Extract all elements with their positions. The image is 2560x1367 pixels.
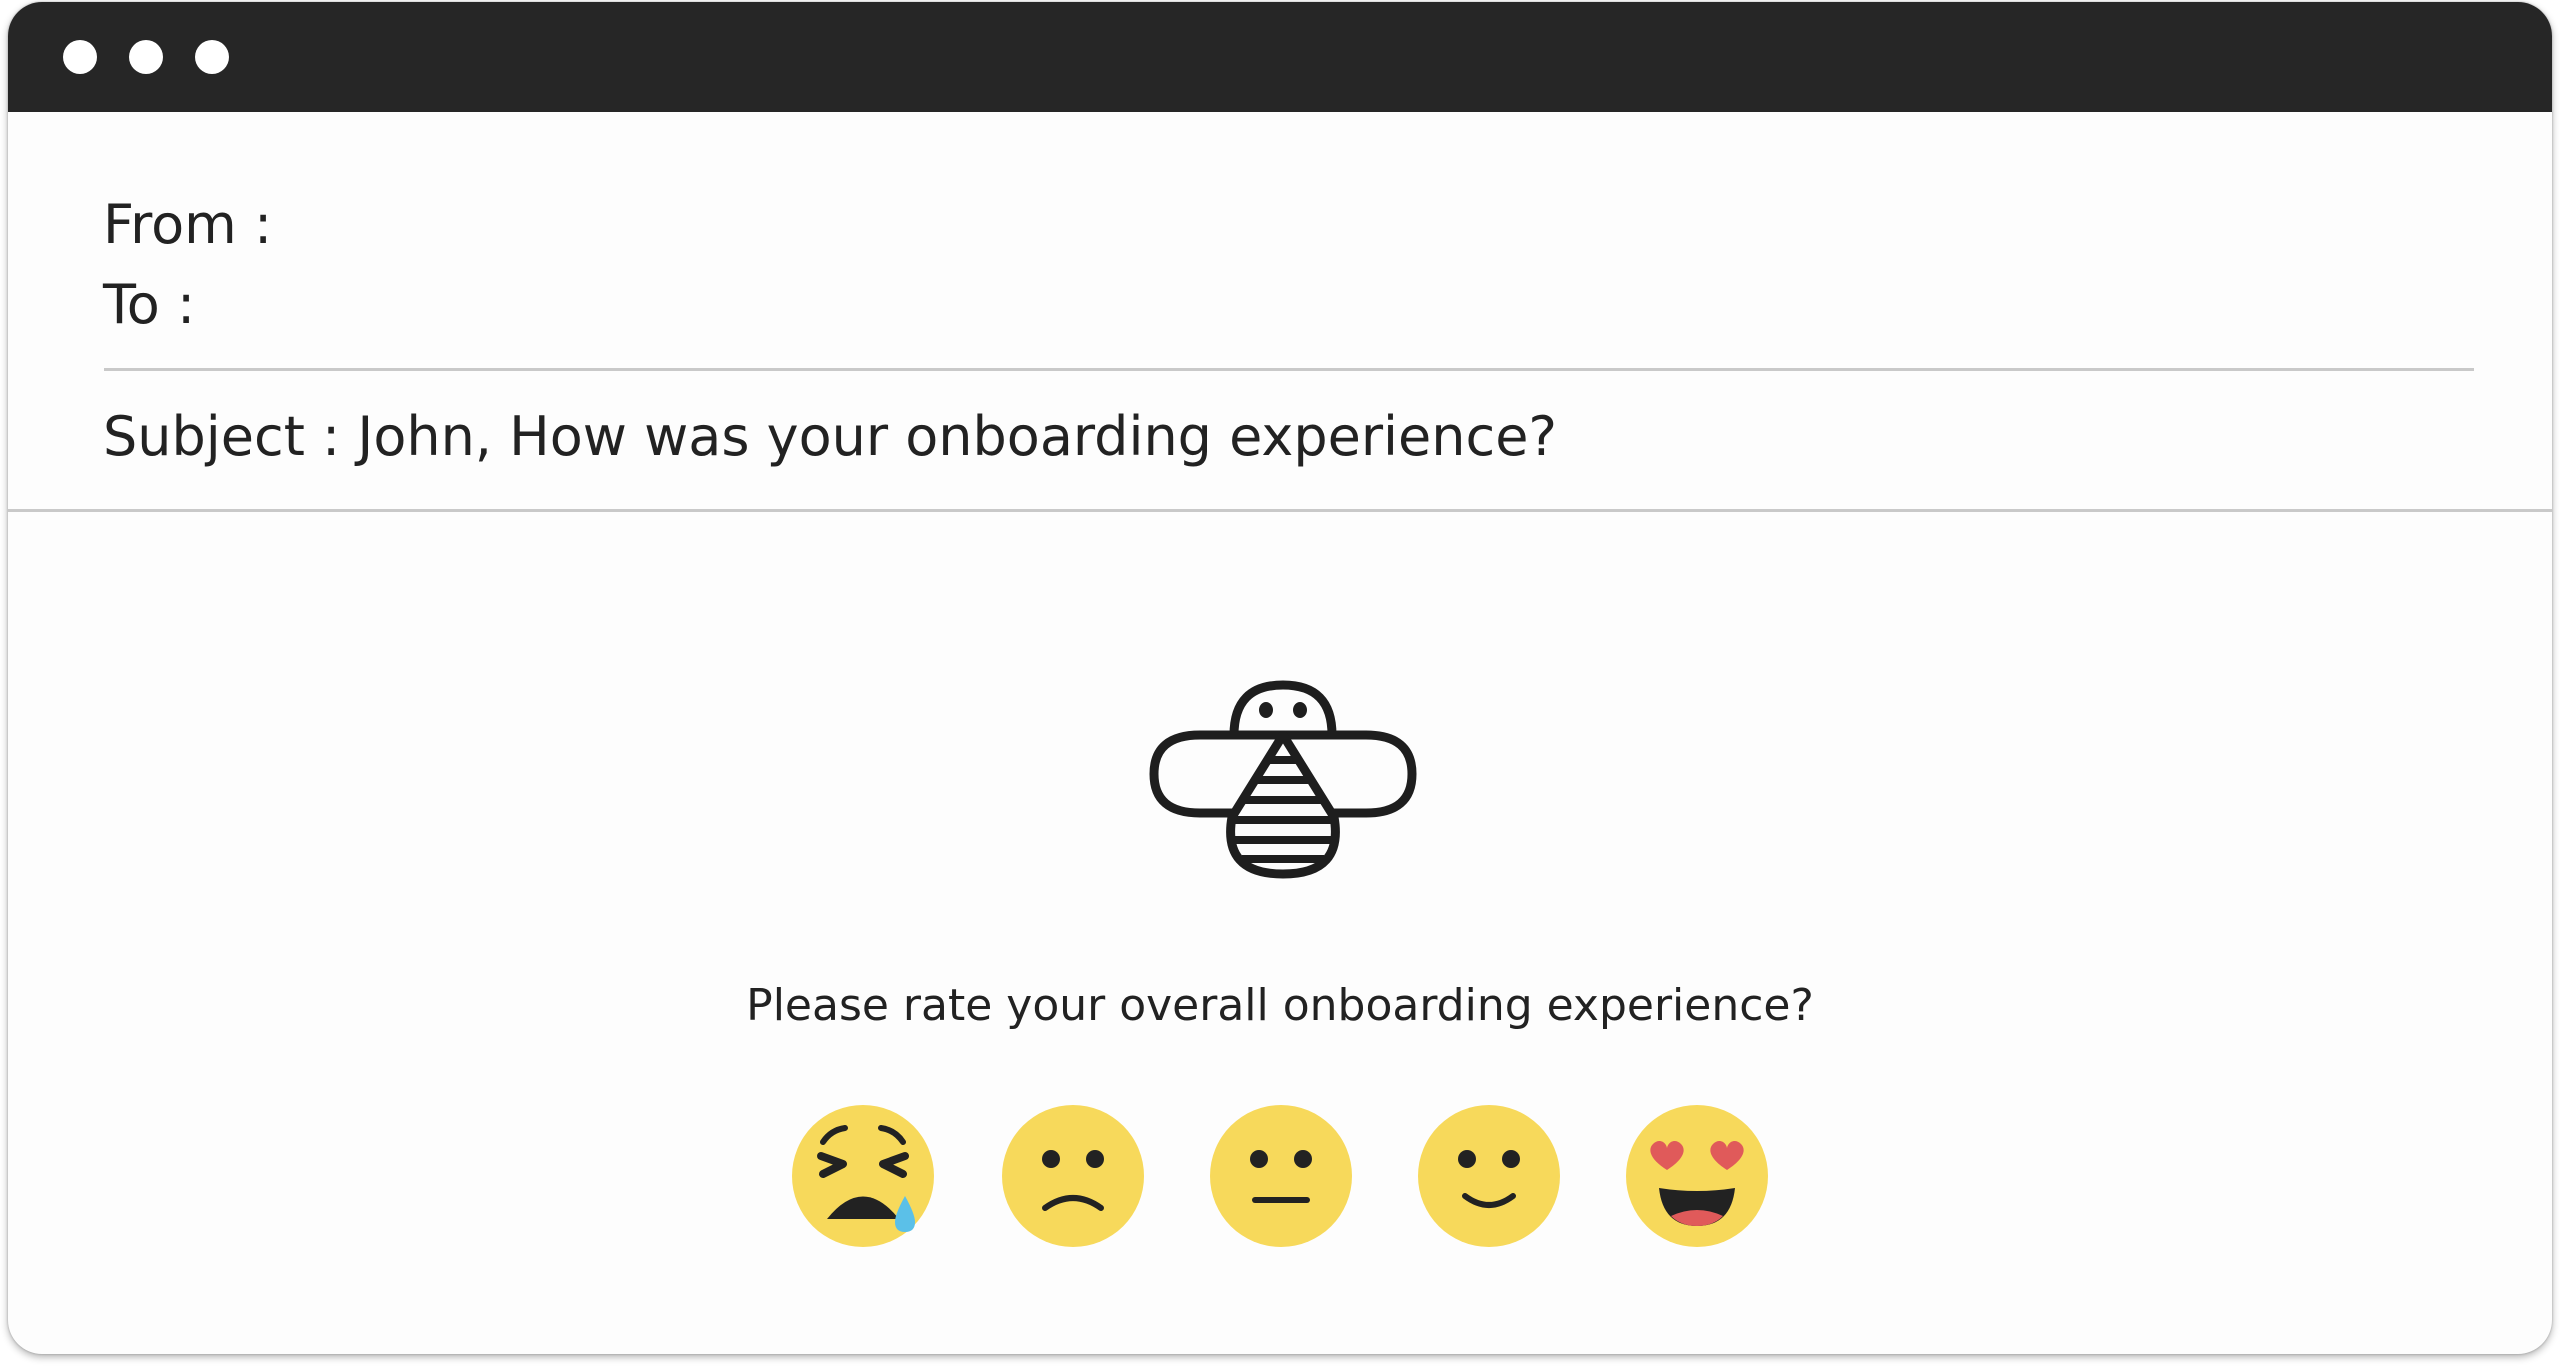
subject-line: Subject : John, How was your onboarding … <box>103 405 1558 468</box>
header-divider <box>104 368 2474 371</box>
frowning-face-icon[interactable] <box>1001 1104 1145 1248</box>
window-control-dot-2[interactable] <box>129 40 163 74</box>
window-control-dot-1[interactable] <box>63 40 97 74</box>
slightly-smiling-face-icon[interactable] <box>1417 1104 1561 1248</box>
body-divider <box>8 509 2552 512</box>
rating-question: Please rate your overall onboarding expe… <box>746 980 1814 1031</box>
heart-eyes-face-icon[interactable] <box>1625 1104 1769 1248</box>
bee-icon <box>1148 677 1418 882</box>
title-bar <box>8 2 2552 112</box>
email-window: From : To : Subject : John, How was your… <box>8 2 2552 1354</box>
crying-face-icon[interactable] <box>791 1104 935 1248</box>
to-field: To : <box>103 273 196 336</box>
window-control-dot-3[interactable] <box>195 40 229 74</box>
from-field: From : <box>103 193 273 256</box>
neutral-face-icon[interactable] <box>1209 1104 1353 1248</box>
